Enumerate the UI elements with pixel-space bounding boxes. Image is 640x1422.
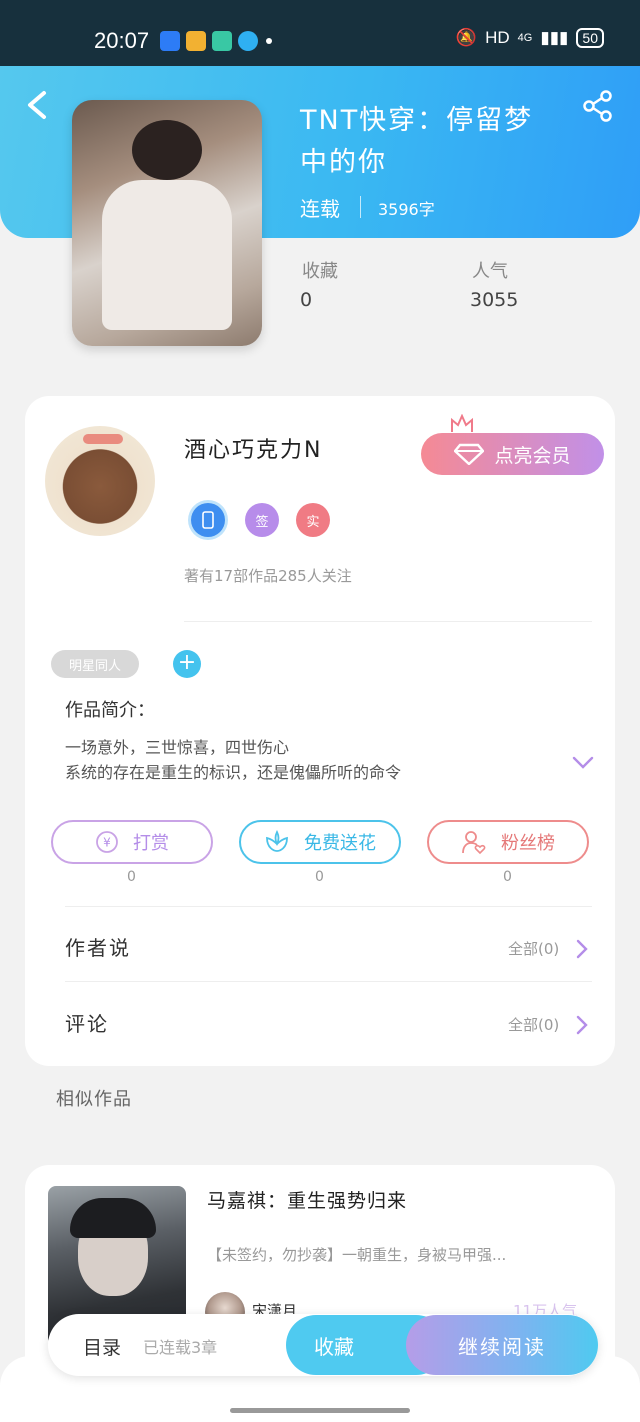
- avatar-hearts: [83, 434, 123, 444]
- back-arrow-icon[interactable]: [24, 90, 50, 120]
- expand-chevron-down-icon[interactable]: [572, 756, 594, 770]
- author-name[interactable]: 酒心巧克力N: [184, 432, 322, 464]
- reward-button-label: 打赏: [133, 833, 169, 854]
- app-notification-icon: [160, 31, 180, 51]
- phone-verified-icon: [191, 503, 225, 537]
- popularity-value: 3055: [470, 289, 519, 311]
- cover-hair-shape: [70, 1198, 156, 1238]
- status-divider: [360, 196, 361, 218]
- signed-badge: 签: [245, 503, 279, 537]
- status-time: 20:07: [94, 28, 150, 53]
- flower-count: 0: [315, 869, 324, 885]
- author-stats: 著有17部作品285人关注: [184, 567, 352, 585]
- book-status: 连载: [300, 197, 340, 221]
- book-word-count: 3596字: [378, 200, 435, 219]
- vip-button[interactable]: 点亮会员: [421, 433, 604, 475]
- table-of-contents-button[interactable]: 目录: [83, 1333, 121, 1360]
- vip-button-label: 点亮会员: [494, 444, 571, 467]
- divider: [184, 621, 592, 622]
- verified-badge: 实: [296, 503, 330, 537]
- cover-figure-body: [102, 180, 232, 330]
- fan-ranking-button[interactable]: 粉丝榜: [427, 820, 589, 864]
- author-says-label[interactable]: 作者说: [65, 932, 131, 961]
- cover-figure-shape: [132, 120, 202, 180]
- svg-text:¥: ¥: [103, 836, 111, 850]
- yuan-coin-icon: ¥: [96, 831, 118, 853]
- author-avatar[interactable]: [45, 426, 155, 536]
- more-notifications-dot-icon: [266, 38, 272, 44]
- fan-ranking-button-label: 粉丝榜: [501, 833, 555, 854]
- chapter-status: 已连载3章: [143, 1338, 218, 1357]
- mute-icon: 🔕: [455, 28, 478, 47]
- tag-chip[interactable]: 明星同人: [51, 650, 139, 678]
- qq-notification-icon: [238, 31, 258, 51]
- popularity-label: 人气: [472, 261, 508, 282]
- signal-type: 4G: [517, 32, 533, 44]
- comments-all-link[interactable]: 全部(0): [508, 1014, 559, 1035]
- crown-icon: [451, 414, 473, 432]
- weibo-notification-icon: [186, 31, 206, 51]
- continue-reading-button[interactable]: 继续阅读: [406, 1315, 598, 1375]
- favorites-label: 收藏: [302, 261, 338, 282]
- favorites-value: 0: [300, 289, 313, 311]
- diamond-icon: [454, 443, 485, 465]
- network-type: HD: [485, 28, 510, 47]
- divider: [65, 981, 592, 982]
- flower-icon: [266, 830, 288, 852]
- intro-label: 作品简介：: [65, 700, 155, 721]
- reward-button[interactable]: ¥ 打赏: [51, 820, 213, 864]
- comments-label[interactable]: 评论: [65, 1008, 109, 1037]
- status-bar: 20:07 🔕 HD 4G ▮▮▮ 50: [0, 0, 640, 68]
- author-says-all-link[interactable]: 全部(0): [508, 938, 559, 959]
- reward-count: 0: [127, 869, 136, 885]
- message-notification-icon: [212, 31, 232, 51]
- intro-line-2: 系统的存在是重生的标识，还是傀儡所听的命令: [65, 763, 402, 782]
- similar-work-title[interactable]: 马嘉祺：重生强势归来: [207, 1186, 407, 1213]
- home-indicator[interactable]: [230, 1408, 410, 1413]
- chevron-right-icon[interactable]: [576, 939, 588, 959]
- signal-bars-icon: ▮▮▮: [540, 28, 569, 47]
- share-icon[interactable]: [582, 90, 614, 122]
- user-heart-icon: [462, 831, 486, 855]
- add-tag-button[interactable]: +: [173, 650, 201, 678]
- battery-level: 50: [576, 28, 604, 48]
- book-title: TNT快穿：停留梦中的你: [300, 105, 534, 178]
- send-flower-button-label: 免费送花: [304, 833, 376, 854]
- chevron-right-icon[interactable]: [576, 1015, 588, 1035]
- similar-work-description: 【未签约，勿抄袭】一朝重生，身被马甲强...: [207, 1246, 507, 1264]
- intro-line-1: 一场意外，三世惊喜，四世伤心: [65, 738, 290, 757]
- continue-reading-label: 继续阅读: [458, 1334, 546, 1359]
- divider: [65, 906, 592, 907]
- similar-works-heading: 相似作品: [56, 1089, 132, 1110]
- add-to-favorites-label: 收藏: [314, 1334, 354, 1359]
- send-flower-button[interactable]: 免费送花: [239, 820, 401, 864]
- fan-count: 0: [503, 869, 512, 885]
- book-cover-image[interactable]: [72, 100, 262, 346]
